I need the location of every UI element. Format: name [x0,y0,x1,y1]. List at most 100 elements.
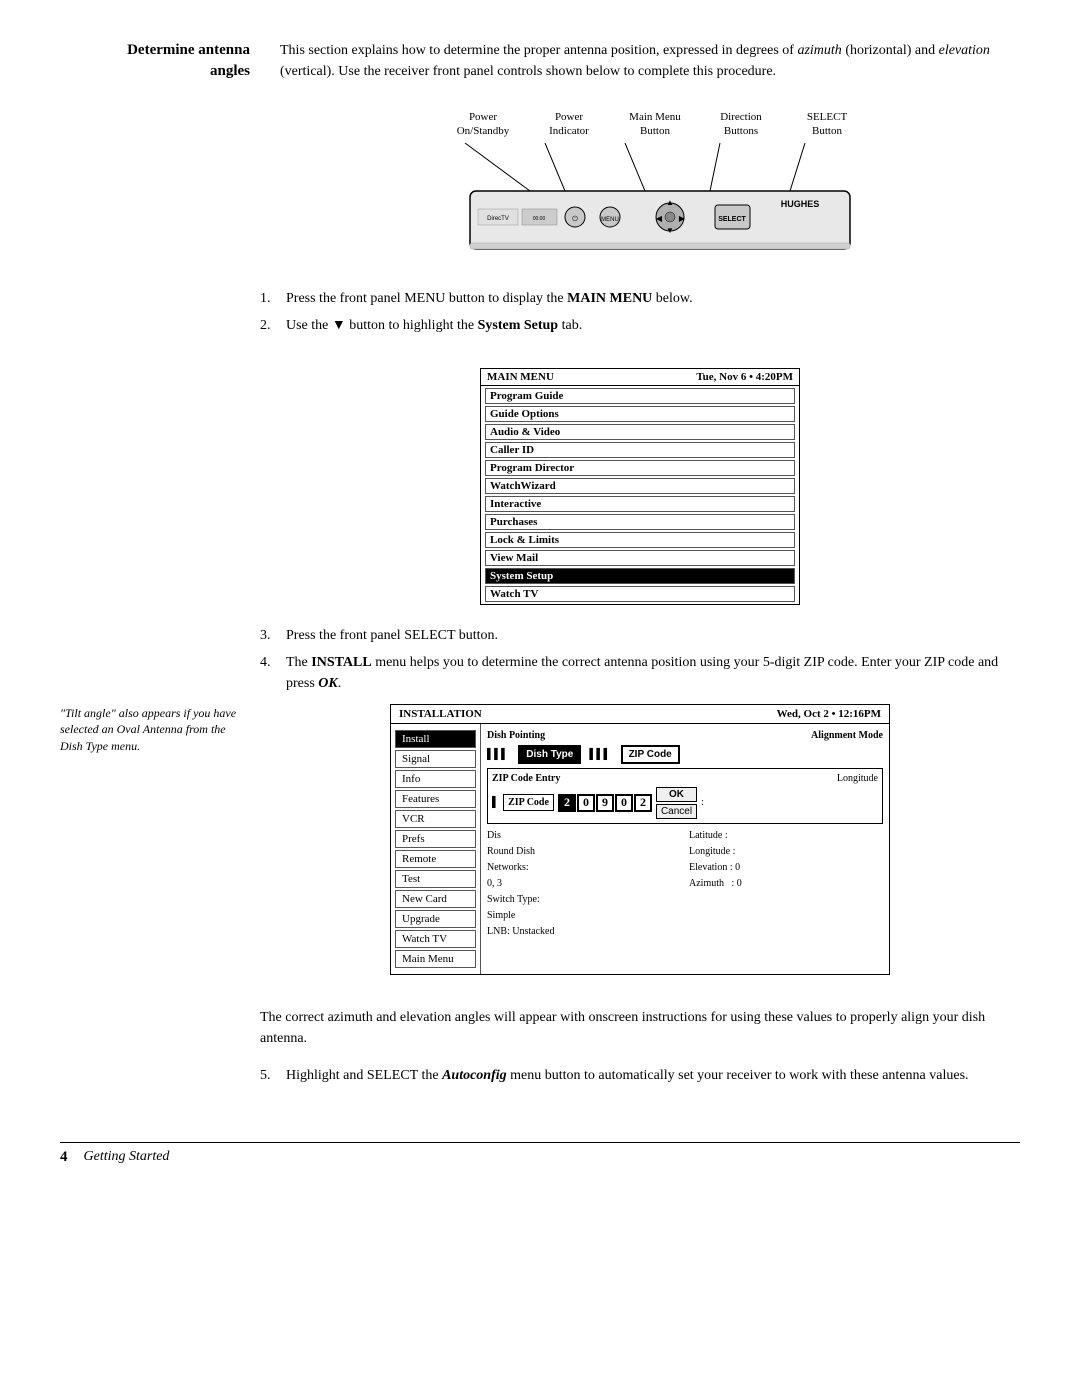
label-main-menu: Main MenuButton [615,110,695,139]
cancel-button[interactable]: Cancel [656,804,697,819]
install-menu-watch-tv[interactable]: Watch TV [395,930,476,948]
azimuth-value: Azimuth : 0 [689,876,883,892]
install-header: INSTALLATION Wed, Oct 2 • 12:16PM [391,705,889,724]
install-menu-features[interactable]: Features [395,790,476,808]
steps-1-2: 1. Press the front panel MENU button to … [260,288,1020,342]
dish-type-indicator: ▌▌▌ [487,749,508,760]
menu-title: MAIN MENU [487,371,554,383]
step-1-text: Press the front panel MENU button to dis… [286,288,1020,309]
zip-digit-2[interactable]: 0 [577,794,595,812]
step-3-text: Press the front panel SELECT button. [286,625,1020,646]
switch-type-label: Switch Type: [487,892,681,908]
menu-item-lock-limits[interactable]: Lock & Limits [485,532,795,548]
menu-item-program-director[interactable]: Program Director [485,460,795,476]
networks-label: Networks: [487,860,681,876]
main-menu-container: MAIN MENU Tue, Nov 6 • 4:20PM Program Gu… [260,368,1020,605]
install-menu-upgrade[interactable]: Upgrade [395,910,476,928]
install-menu-main-menu[interactable]: Main Menu [395,950,476,968]
diagram-wrapper: PowerOn/Standby PowerIndicator Main Menu… [390,110,890,268]
step-4: 4. The INSTALL menu helps you to determi… [260,652,1020,694]
install-top-row: Dish Pointing Alignment Mode [487,730,883,741]
step-2: 2. Use the ▼ button to highlight the Sys… [260,315,1020,336]
step-5-section: 5. Highlight and SELECT the Autoconfig m… [260,1065,1020,1092]
install-menu-vcr[interactable]: VCR [395,810,476,828]
zip-code-button[interactable]: ZIP Code [621,745,680,764]
receiver-svg: HUGHES DirecTV 00:00 ⏻ MENU ▲ [410,143,870,268]
install-right-content: Dish Pointing Alignment Mode ▌▌▌ Dish Ty… [481,724,889,974]
page-content: Determine antenna angles This section ex… [60,40,1020,1166]
menu-item-purchases[interactable]: Purchases [485,514,795,530]
svg-text:00:00: 00:00 [533,216,546,222]
step-1-num: 1. [260,288,280,309]
zip-digit-4[interactable]: 0 [615,794,633,812]
sidebar-note-text: "Tilt angle" also appears if you have se… [60,706,236,754]
footer-label: Getting Started [84,1149,170,1165]
svg-text:▲: ▲ [666,198,674,207]
install-info-row: Dis Round Dish Networks: 0, 3 Switch Typ… [487,828,883,940]
svg-text:SELECT: SELECT [718,216,746,223]
menu-item-system-setup[interactable]: System Setup [485,568,795,584]
section-title: Determine antenna angles [60,40,250,82]
switch-type-value: Simple [487,908,681,924]
dish-type-button[interactable]: Dish Type [518,745,581,764]
menu-timestamp: Tue, Nov 6 • 4:20PM [696,371,793,383]
zip-code-indicator: ▌▌▌ [589,749,610,760]
svg-text:▼: ▼ [666,226,674,235]
dish-pointing-label: Dish Pointing [487,730,545,741]
install-menu-install[interactable]: Install [395,730,476,748]
colon-separator: : [701,797,704,808]
svg-text:HUGHES: HUGHES [781,199,820,209]
install-screenshot-container: INSTALLATION Wed, Oct 2 • 12:16PM Instal… [260,704,1020,975]
latitude-value: Latitude : [689,828,883,844]
label-direction: DirectionButtons [701,110,781,139]
svg-text:DirecTV: DirecTV [487,216,509,222]
menu-item-watch-tv[interactable]: Watch TV [485,586,795,602]
footer-text: The correct azimuth and elevation angles… [260,1010,985,1046]
zip-digit-3[interactable]: 9 [596,794,614,812]
longitude-value: Longitude : [689,844,883,860]
steps-3-4-section: "Tilt angle" also appears if you have se… [60,625,1020,991]
page-footer: 4 Getting Started [60,1142,1020,1166]
header-left: Determine antenna angles [60,40,260,82]
menu-item-audio-video[interactable]: Audio & Video [485,424,795,440]
install-menu-new-card[interactable]: New Card [395,890,476,908]
install-menu-signal[interactable]: Signal [395,750,476,768]
menu-item-view-mail[interactable]: View Mail [485,550,795,566]
round-dish-label: Round Dish [487,844,681,860]
label-power-on: PowerOn/Standby [443,110,523,139]
elevation-value: Elevation : 0 [689,860,883,876]
page-number: 4 [60,1149,68,1166]
zip-digit-5[interactable]: 2 [634,794,652,812]
install-info-right: Latitude : Longitude : Elevation : 0 Azi… [689,828,883,940]
menu-item-caller-id[interactable]: Caller ID [485,442,795,458]
alignment-mode-label: Alignment Mode [811,730,883,741]
zip-indicator: ▌ [492,797,499,808]
step-4-text: The INSTALL menu helps you to determine … [286,652,1020,694]
menu-item-watchwizard[interactable]: WatchWizard [485,478,795,494]
install-menu-info[interactable]: Info [395,770,476,788]
install-left-menu: Install Signal Info Features VCR Prefs R… [391,724,481,974]
install-screenshot: INSTALLATION Wed, Oct 2 • 12:16PM Instal… [390,704,890,975]
dis-label: Dis [487,828,681,844]
networks-value: 0, 3 [487,876,681,892]
install-timestamp: Wed, Oct 2 • 12:16PM [777,708,881,720]
install-info-left: Dis Round Dish Networks: 0, 3 Switch Typ… [487,828,681,940]
step-3: 3. Press the front panel SELECT button. [260,625,1020,646]
step-4-num: 4. [260,652,280,694]
menu-item-interactive[interactable]: Interactive [485,496,795,512]
zip-digit-1[interactable]: 2 [558,794,576,812]
install-menu-test[interactable]: Test [395,870,476,888]
install-title: INSTALLATION [399,708,482,720]
menu-item-program-guide[interactable]: Program Guide [485,388,795,404]
ok-button[interactable]: OK [656,787,697,802]
zip-code-inner-label: ZIP Code [503,794,554,811]
steps-3-4-right: 3. Press the front panel SELECT button. … [260,625,1020,991]
menu-item-guide-options[interactable]: Guide Options [485,406,795,422]
receiver-diagram-container: PowerOn/Standby PowerIndicator Main Menu… [260,110,1020,268]
zip-digits: 2 0 9 0 2 [558,794,652,812]
menu-header: MAIN MENU Tue, Nov 6 • 4:20PM [481,369,799,386]
longitude-label: Longitude [837,773,878,784]
install-menu-remote[interactable]: Remote [395,850,476,868]
label-select: SELECTButton [787,110,867,139]
install-menu-prefs[interactable]: Prefs [395,830,476,848]
